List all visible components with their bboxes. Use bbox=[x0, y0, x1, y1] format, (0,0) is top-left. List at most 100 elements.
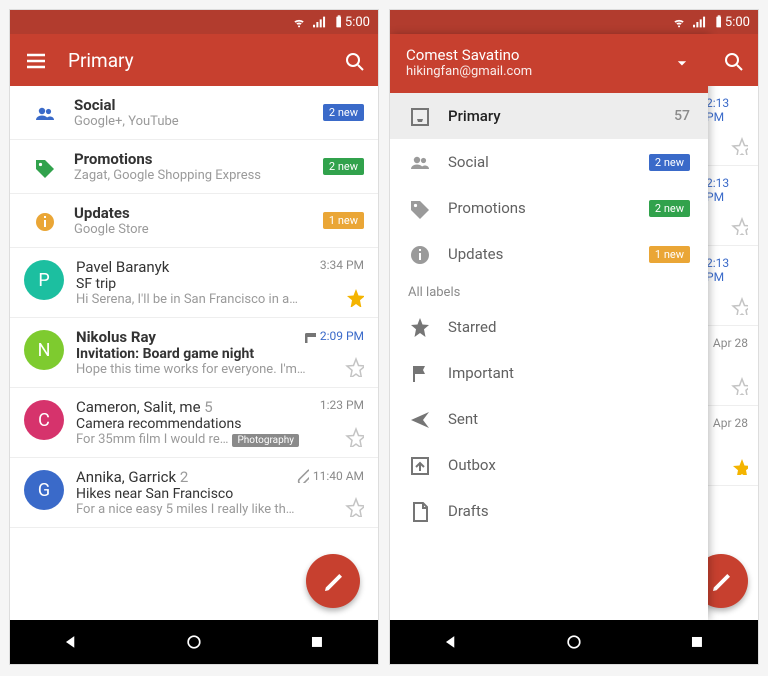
people-icon bbox=[408, 151, 448, 173]
subject: SF trip bbox=[76, 276, 364, 292]
account-email: hikingfan@gmail.com bbox=[406, 64, 672, 79]
background-mail-row: 2:13 PM bbox=[706, 166, 758, 246]
wifi-icon bbox=[671, 14, 687, 30]
drawer-label: Social bbox=[448, 153, 649, 171]
category-sub: Zagat, Google Shopping Express bbox=[74, 168, 323, 183]
mail-time: 3:34 PM bbox=[320, 258, 364, 272]
category-name: Promotions bbox=[74, 150, 323, 168]
drawer-item-primary[interactable]: Primary 57 bbox=[390, 93, 708, 139]
signal-icon bbox=[311, 14, 327, 30]
drawer-label: Primary bbox=[448, 107, 674, 125]
drawer-item-starred[interactable]: Starred bbox=[390, 304, 708, 350]
star-icon bbox=[730, 297, 748, 315]
drawer-item-outbox[interactable]: Outbox bbox=[390, 442, 708, 488]
outbox-icon bbox=[408, 454, 448, 476]
nav-back-icon[interactable] bbox=[61, 632, 81, 652]
mail-item[interactable]: N Nikolus Ray Invitation: Board game nig… bbox=[10, 318, 378, 388]
status-time: 5:00 bbox=[345, 15, 370, 30]
category-promotions[interactable]: Promotions Zagat, Google Shopping Expres… bbox=[10, 140, 378, 194]
star-icon bbox=[730, 457, 748, 475]
new-badge: 2 new bbox=[323, 104, 364, 121]
phone-inbox: 5:00 Primary Social Google+, YouTube 2 n… bbox=[9, 9, 379, 665]
nav-recent-icon[interactable] bbox=[307, 632, 327, 652]
background-mail-row: Apr 28 bbox=[706, 326, 758, 406]
phone-drawer: 5:00 2:13 PM 2:13 PM 2:13 PM Apr 28 Apr … bbox=[389, 9, 759, 665]
flag-icon bbox=[408, 362, 448, 384]
drawer-label: Drafts bbox=[448, 502, 690, 520]
nav-home-icon[interactable] bbox=[564, 632, 584, 652]
menu-icon[interactable] bbox=[24, 49, 46, 71]
category-social[interactable]: Social Google+, YouTube 2 new bbox=[10, 86, 378, 140]
mail-list[interactable]: Social Google+, YouTube 2 new Promotions… bbox=[10, 86, 378, 620]
drawer-item-updates[interactable]: Updates 1 new bbox=[390, 231, 708, 277]
star-icon bbox=[408, 316, 448, 338]
drawer-label: Starred bbox=[448, 318, 690, 336]
info-icon bbox=[408, 243, 448, 265]
star-toggle[interactable] bbox=[344, 357, 364, 377]
mail-item[interactable]: G Annika, Garrick 2 Hikes near San Franc… bbox=[10, 458, 378, 528]
account-header[interactable]: Comest Savatino hikingfan@gmail.com bbox=[390, 34, 708, 93]
drawer-count: 57 bbox=[674, 108, 690, 124]
dropdown-icon[interactable] bbox=[672, 53, 692, 73]
new-badge: 2 new bbox=[649, 154, 690, 171]
nav-recent-icon[interactable] bbox=[687, 632, 707, 652]
drawer-label: Important bbox=[448, 364, 690, 382]
snippet: For 35mm film I would re…Photography bbox=[76, 432, 306, 447]
calendar-icon bbox=[301, 328, 316, 343]
app-bar: Primary bbox=[10, 34, 378, 86]
category-sub: Google Store bbox=[74, 222, 323, 237]
mail-time: 11:40 AM bbox=[294, 468, 364, 483]
new-badge: 1 new bbox=[323, 212, 364, 229]
subject: Hikes near San Francisco bbox=[76, 486, 364, 502]
category-updates[interactable]: Updates Google Store 1 new bbox=[10, 194, 378, 248]
avatar: P bbox=[24, 260, 64, 300]
label-chip: Photography bbox=[232, 434, 299, 447]
status-bar: 5:00 bbox=[10, 10, 378, 34]
background-list: 2:13 PM 2:13 PM 2:13 PM Apr 28 Apr 28 bbox=[706, 86, 758, 620]
star-toggle[interactable] bbox=[344, 427, 364, 447]
compose-fab[interactable] bbox=[306, 554, 360, 608]
nav-back-icon[interactable] bbox=[441, 632, 461, 652]
account-name: Comest Savatino bbox=[406, 46, 672, 64]
snippet: Hi Serena, I'll be in San Francisco in a… bbox=[76, 292, 306, 307]
signal-icon bbox=[691, 14, 707, 30]
status-bar: 5:00 bbox=[390, 10, 758, 34]
category-name: Updates bbox=[74, 204, 323, 222]
draft-icon bbox=[408, 500, 448, 522]
subject: Camera recommendations bbox=[76, 416, 364, 432]
drawer-item-important[interactable]: Important bbox=[390, 350, 708, 396]
nav-home-icon[interactable] bbox=[184, 632, 204, 652]
star-icon bbox=[730, 137, 748, 155]
drawer-item-social[interactable]: Social 2 new bbox=[390, 139, 708, 185]
background-mail-row: 2:13 PM bbox=[706, 86, 758, 166]
mail-time: 2:13 PM bbox=[706, 256, 748, 284]
new-badge: 2 new bbox=[323, 158, 364, 175]
people-icon bbox=[24, 102, 64, 124]
drawer-section: All labels bbox=[390, 277, 708, 304]
mail-item[interactable]: P Pavel Baranyk SF trip Hi Serena, I'll … bbox=[10, 248, 378, 318]
search-icon bbox=[721, 49, 743, 71]
drawer-item-promotions[interactable]: Promotions 2 new bbox=[390, 185, 708, 231]
drawer-item-sent[interactable]: Sent bbox=[390, 396, 708, 442]
status-time: 5:00 bbox=[725, 15, 750, 30]
tag-icon bbox=[408, 197, 448, 219]
background-mail-row: 2:13 PM bbox=[706, 246, 758, 326]
star-toggle[interactable] bbox=[344, 497, 364, 517]
search-button[interactable] bbox=[706, 34, 758, 86]
drawer-label: Outbox bbox=[448, 456, 690, 474]
category-sub: Google+, YouTube bbox=[74, 114, 323, 129]
new-badge: 2 new bbox=[649, 200, 690, 217]
avatar: G bbox=[24, 470, 64, 510]
avatar: N bbox=[24, 330, 64, 370]
new-badge: 1 new bbox=[649, 246, 690, 263]
tag-icon bbox=[24, 156, 64, 178]
battery-icon bbox=[711, 14, 721, 30]
pencil-icon bbox=[710, 570, 732, 592]
snippet: Hope this time works for everyone. I'm… bbox=[76, 362, 306, 377]
mail-item[interactable]: C Cameron, Salit, me 5 Camera recommenda… bbox=[10, 388, 378, 458]
drawer-item-drafts[interactable]: Drafts bbox=[390, 488, 708, 534]
avatar: C bbox=[24, 400, 64, 440]
star-toggle[interactable] bbox=[344, 287, 364, 307]
search-icon[interactable] bbox=[342, 49, 364, 71]
pencil-icon bbox=[322, 570, 344, 592]
